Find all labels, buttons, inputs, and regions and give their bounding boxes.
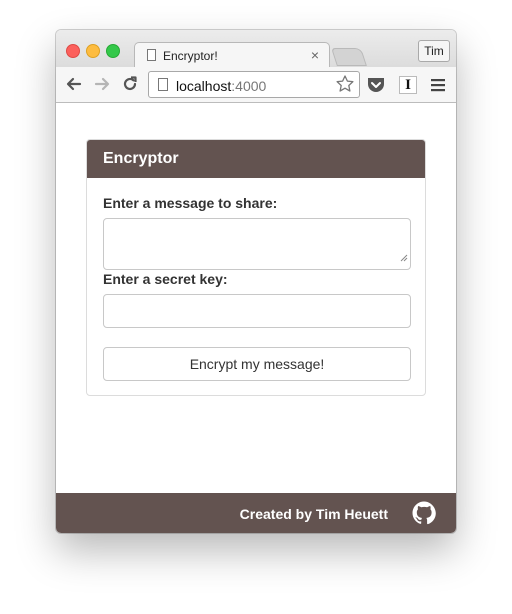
footer-credit: Created by Tim Heuett (239, 506, 388, 522)
hamburger-menu-icon[interactable] (430, 78, 446, 97)
page-footer: Created by Tim Heuett (56, 493, 456, 533)
back-arrow-icon[interactable] (64, 74, 84, 94)
maximize-window-button[interactable] (106, 44, 120, 58)
browser-toolbar: localhost:4000 I (56, 67, 456, 103)
tab-encryptor[interactable]: Encryptor! × (134, 42, 330, 68)
browser-window: Encryptor! × Tim localhost:4000 I Encryp… (56, 30, 456, 533)
github-icon[interactable] (412, 501, 436, 530)
forward-arrow-icon[interactable] (92, 74, 112, 94)
tab-title: Encryptor! (163, 49, 218, 63)
resize-grip-icon[interactable] (400, 249, 408, 267)
tab-close-icon[interactable]: × (311, 47, 319, 63)
secret-key-label: Enter a secret key: (103, 271, 228, 287)
new-tab-button[interactable] (331, 48, 367, 66)
page-icon (147, 49, 156, 61)
pocket-icon[interactable] (366, 76, 386, 99)
url-host: localhost (176, 78, 232, 94)
bookmark-star-icon[interactable] (335, 74, 355, 99)
title-bar: Encryptor! × Tim (56, 30, 456, 68)
instapaper-icon[interactable]: I (399, 76, 417, 94)
address-bar[interactable]: localhost:4000 (148, 71, 360, 98)
encrypt-button[interactable]: Encrypt my message! (103, 347, 411, 381)
reload-icon[interactable] (120, 74, 140, 94)
message-textarea[interactable] (103, 218, 411, 270)
message-label: Enter a message to share: (103, 195, 278, 211)
encryptor-panel: Encryptor Enter a message to share: Ente… (86, 139, 426, 396)
minimize-window-button[interactable] (86, 44, 100, 58)
url-text: localhost:4000 (176, 78, 266, 94)
page-content: Encryptor Enter a message to share: Ente… (56, 103, 456, 533)
page-icon (158, 78, 168, 91)
url-port: :4000 (231, 78, 267, 94)
panel-title: Encryptor (87, 140, 425, 178)
close-window-button[interactable] (66, 44, 80, 58)
secret-key-input[interactable] (103, 294, 411, 328)
profile-button[interactable]: Tim (418, 40, 450, 62)
